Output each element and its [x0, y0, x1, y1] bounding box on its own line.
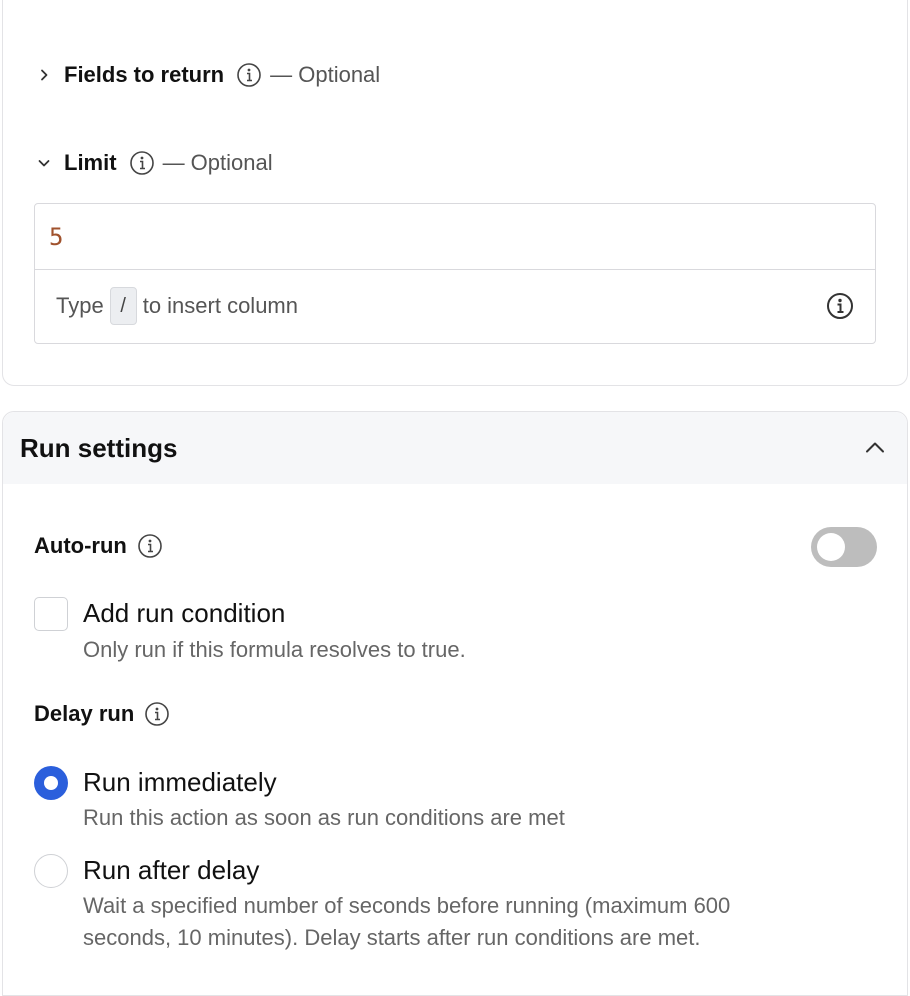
optional-label: — Optional	[162, 150, 273, 175]
run-after-delay-description: Wait a specified number of seconds befor…	[83, 893, 731, 918]
info-icon[interactable]	[144, 701, 170, 727]
chevron-right-icon	[34, 65, 54, 85]
run-immediately-description: Run this action as soon as run condition…	[83, 805, 565, 830]
auto-run-toggle[interactable]	[811, 527, 877, 567]
hint-suffix: to insert column	[142, 293, 298, 318]
run-after-delay-label[interactable]: Run after delay	[83, 855, 259, 886]
limit-label: Limit	[64, 150, 117, 175]
limit-hint: Type / to insert column	[35, 270, 875, 342]
run-after-delay-description-line2: seconds, 10 minutes). Delay starts after…	[83, 925, 701, 950]
optional-label: — Optional	[270, 62, 381, 87]
info-icon[interactable]	[236, 62, 262, 88]
run-condition-label[interactable]: Add run condition	[83, 598, 285, 629]
slash-key: /	[109, 287, 137, 325]
run-immediately-label[interactable]: Run immediately	[83, 767, 277, 798]
limit-input[interactable]: 5	[35, 204, 875, 270]
run-settings-title: Run settings	[20, 432, 178, 463]
chevron-up-icon[interactable]	[861, 434, 889, 462]
run-immediately-radio[interactable]	[34, 766, 68, 800]
delay-run-label-row: Delay run	[34, 701, 170, 727]
run-condition-description: Only run if this formula resolves to tru…	[83, 637, 466, 662]
limit-toggle[interactable]: Limit — Optional	[34, 150, 273, 176]
info-icon[interactable]	[129, 150, 155, 176]
auto-run-label-row: Auto-run	[34, 533, 163, 559]
fields-to-return-toggle[interactable]: Fields to return — Optional	[34, 62, 380, 88]
run-condition-checkbox[interactable]	[34, 597, 68, 631]
chevron-down-icon	[34, 153, 54, 173]
info-icon[interactable]	[825, 291, 855, 321]
run-settings-header[interactable]: Run settings	[3, 412, 907, 484]
hint-prefix: Type	[56, 293, 104, 318]
auto-run-label: Auto-run	[34, 533, 127, 558]
info-icon[interactable]	[137, 533, 163, 559]
fields-to-return-label: Fields to return	[64, 62, 225, 87]
delay-run-label: Delay run	[34, 701, 135, 726]
toggle-knob	[817, 533, 845, 561]
run-after-delay-radio[interactable]	[34, 854, 68, 888]
limit-input-box[interactable]: 5 Type / to insert column	[34, 203, 876, 344]
